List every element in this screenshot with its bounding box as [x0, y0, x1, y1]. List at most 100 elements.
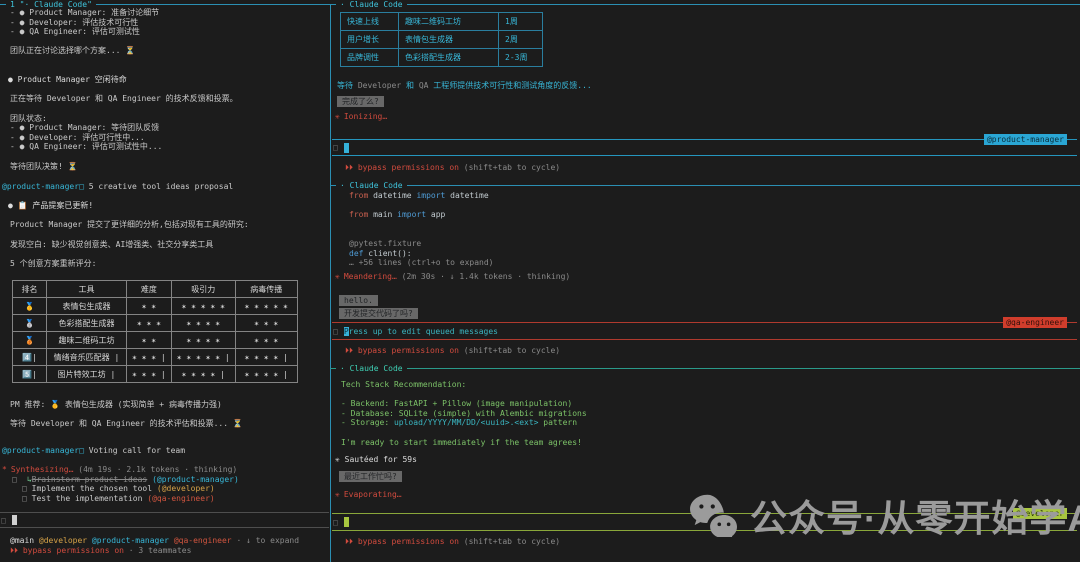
cell-tool: 图片特效工坊 | — [47, 366, 127, 383]
cell-viral: ✶ ✶ ✶ ✶ | — [235, 366, 297, 383]
cell-difficulty: ✶ ✶ ✶ | — [127, 349, 172, 366]
cell-duration: 2周 — [499, 31, 543, 49]
cell-goal: 品牌调性 — [341, 49, 399, 67]
proposal-block: @product-manager□ 5 creative tool ideas … — [0, 182, 330, 268]
cell-tool: 色彩搭配生成器 — [399, 49, 499, 67]
cell-viral: ✶ ✶ ✶ — [235, 315, 297, 332]
cell-duration: 2-3周 — [499, 49, 543, 67]
pm-recommend-line: PM 推荐: 🥇 表情包生成器 (实现简单 + 病毒传播力强) — [10, 400, 330, 410]
agent-prep-qa: - ● QA Engineer: 评估可测试性 — [10, 27, 330, 37]
cell-rank: 🥈 — [13, 315, 47, 332]
todo-item[interactable]: □↳Brainstorm product ideas (@product-man… — [12, 475, 330, 485]
bypass-line: ⏵⏵ bypass permissions on (shift+tab to c… — [345, 537, 560, 547]
pane-team-lead[interactable]: - ● Product Manager: 准备讨论细节 - ● Develope… — [0, 0, 330, 562]
pm-message-2: @product-manager□ Voting call for team — [2, 446, 330, 456]
pane-qa-engineer[interactable]: from datetime import datetime from main … — [331, 186, 1080, 368]
watermark: 公众号·从零开始学AI — [688, 488, 1080, 542]
team-prep-block: - ● Product Manager: 准备讨论细节 - ● Develope… — [0, 8, 330, 171]
qa-engineer-input[interactable]: □Press up to edit queued messages @qa-en… — [332, 322, 1077, 340]
code-block: from datetime import datetime from main … — [349, 191, 494, 268]
expand-hint: · ↓ to expand — [236, 536, 299, 545]
agent-status-qa: - ● QA Engineer: 评估可测试性中... — [10, 142, 330, 152]
cell-appeal: ✶ ✶ ✶ ✶ ✶ — [171, 298, 235, 315]
pm-idle-header: ● Product Manager 空闲待命 — [8, 75, 330, 85]
cell-viral: ✶ ✶ ✶ ✶ ✶ — [235, 298, 297, 315]
product-manager-input[interactable]: □ @product-manager — [332, 139, 1077, 156]
col-rank: 排名 — [13, 281, 47, 298]
cell-viral: ✶ ✶ ✶ — [235, 332, 297, 349]
mention-qa-engineer: (@qa-engineer) — [147, 494, 214, 503]
storage-path: upload/YYYY/MM/DD/<uuid>.<ext> — [394, 418, 539, 427]
mention-product-manager: (@product-manager) — [152, 475, 239, 484]
waiting-decision-line: 等待团队决策! ⏳ — [10, 162, 330, 172]
col-difficulty: 难度 — [127, 281, 172, 298]
todo-checkbox: □ — [22, 484, 27, 493]
team-lead-input[interactable]: □ — [0, 512, 329, 528]
agent-prep-dev: - ● Developer: 评估技术可行性 — [10, 18, 330, 28]
cell-tool: 色彩搭配生成器 — [47, 315, 127, 332]
cell-difficulty: ✶ ✶ — [127, 332, 172, 349]
launch-plan-table: 快速上线趣味二维码工坊1周 用户增长表情包生成器2周 品牌调性色彩搭配生成器2-… — [340, 12, 543, 67]
cell-difficulty: ✶ ✶ ✶ | — [127, 366, 172, 383]
table-row: 🥉趣味二维码工坊✶ ✶✶ ✶ ✶ ✶✶ ✶ ✶ — [13, 332, 298, 349]
tech-item: - Database: SQLite (simple) with Alembic… — [341, 409, 587, 419]
col-viral: 病毒传播 — [235, 281, 297, 298]
wechat-icon — [688, 493, 740, 537]
cell-rank: 🥇 — [13, 298, 47, 315]
pm-waiting-line: 等待 Developer 和 QA 工程师提供技术可行性和测试角度的反馈... — [337, 81, 592, 91]
recommend-block: PM 推荐: 🥇 表情包生成器 (实现简单 + 病毒传播力强) 等待 Devel… — [0, 400, 330, 429]
agent-badge-qa-engineer: @qa-engineer — [1003, 317, 1067, 328]
queued-user-messages: hello. 开发提交代码了吗? — [339, 295, 418, 321]
ready-line: I'm ready to start immediately if the te… — [341, 438, 587, 448]
spinner-evaporating: ✳Evaporating… — [335, 490, 402, 500]
agent-tab-main[interactable]: @main — [10, 536, 34, 545]
agent-tab-product-manager[interactable]: @product-manager — [92, 536, 169, 545]
cell-difficulty: ✶ ✶ ✶ — [127, 315, 172, 332]
prompt-icon: □ — [333, 143, 338, 152]
tech-item: - Backend: FastAPI + Pillow (image manip… — [341, 399, 587, 409]
agent-status-pm: - ● Product Manager: 等待团队反馈 — [10, 123, 330, 133]
table-row: 用户增长表情包生成器2周 — [341, 31, 543, 49]
col-tool: 工具 — [47, 281, 127, 298]
text-cursor — [12, 515, 17, 525]
table-row: 5️⃣|图片特效工坊 |✶ ✶ ✶ |✶ ✶ ✶ ✶ |✶ ✶ ✶ ✶ | — [13, 366, 298, 383]
agent-tab-developer[interactable]: @developer — [39, 536, 87, 545]
gap-line: 发现空白: 缺少视觉创意类、AI增强类、社交分享类工具 — [10, 240, 330, 250]
spinner-synthesizing: *Synthesizing… (4m 19s · 2.1k tokens · t… — [2, 465, 330, 475]
team-status-label: 团队状态: — [10, 114, 330, 124]
agent-tabs: @main @developer @product-manager @qa-en… — [10, 536, 330, 546]
todo-checkbox: □ — [12, 475, 17, 484]
cell-rank: 🥉 — [13, 332, 47, 349]
col-appeal: 吸引力 — [171, 281, 235, 298]
spinner-meandering: ✳Meandering… (2m 30s · ↓ 1.4k tokens · t… — [335, 272, 570, 282]
tech-stack-header: Tech Stack Recommendation: — [341, 380, 587, 390]
text-cursor — [344, 517, 349, 527]
waiting-feedback-line: 正在等待 Developer 和 QA Engineer 的技术反馈和投票。 — [10, 94, 330, 104]
todo-item[interactable]: □ Implement the chosen tool (@developer) — [22, 484, 330, 494]
cell-appeal: ✶ ✶ ✶ ✶ ✶ | — [171, 349, 235, 366]
pane-product-manager[interactable]: 快速上线趣味二维码工坊1周 用户增长表情包生成器2周 品牌调性色彩搭配生成器2-… — [331, 4, 1080, 185]
idea-score-table: 排名 工具 难度 吸引力 病毒传播 🥇表情包生成器✶ ✶✶ ✶ ✶ ✶ ✶✶ ✶… — [12, 280, 298, 383]
cell-rank: 5️⃣| — [13, 366, 47, 383]
todo-block: @product-manager□ Voting call for team *… — [0, 446, 330, 504]
bypass-line: ⏵⏵ bypass permissions on · 3 teammates — [10, 546, 330, 556]
mention-product-manager: @product-manager□ — [2, 182, 84, 191]
cell-rank: 4️⃣| — [13, 349, 47, 366]
agent-tab-qa-engineer[interactable]: @qa-engineer — [174, 536, 232, 545]
prompt-icon: □ — [333, 327, 338, 336]
collapsed-lines-hint[interactable]: … +56 lines (ctrl+o to expand) — [349, 258, 494, 268]
spinner-sauteed: ✳ Sautéed for 59s — [335, 455, 417, 465]
prompt-icon: □ — [333, 518, 338, 527]
cell-duration: 1周 — [499, 13, 543, 31]
tech-item: - Storage: upload/YYYY/MM/DD/<uuid>.<ext… — [341, 418, 587, 428]
table-header-row: 排名 工具 难度 吸引力 病毒传播 — [13, 281, 298, 298]
table-row: 4️⃣|情绪音乐匹配器 |✶ ✶ ✶ |✶ ✶ ✶ ✶ ✶ |✶ ✶ ✶ ✶ | — [13, 349, 298, 366]
pm-message-1: @product-manager□ 5 creative tool ideas … — [2, 182, 330, 192]
user-message: hello. — [339, 295, 378, 306]
table-row: 快速上线趣味二维码工坊1周 — [341, 13, 543, 31]
text-cursor — [344, 143, 349, 153]
agent-badge-product-manager: @product-manager — [984, 134, 1067, 145]
cell-goal: 快速上线 — [341, 13, 399, 31]
todo-item[interactable]: □ Test the implementation (@qa-engineer) — [22, 494, 330, 504]
discussing-line: 团队正在讨论选择哪个方案... ⏳ — [10, 46, 330, 56]
